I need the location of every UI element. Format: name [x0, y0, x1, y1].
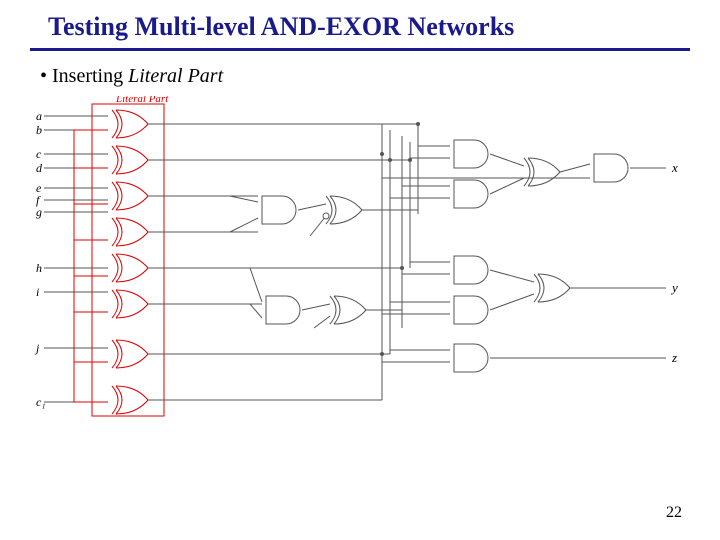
and-icon — [454, 344, 488, 372]
output-z: z — [671, 350, 677, 365]
xor-icon — [112, 146, 148, 174]
bullet-text: Inserting — [52, 65, 128, 87]
input-g: g — [36, 205, 42, 219]
xor-icon — [112, 218, 148, 246]
page-number: 22 — [666, 504, 682, 522]
literal-gates — [112, 110, 148, 414]
xor-icon — [112, 290, 148, 318]
xor-icon — [524, 158, 560, 186]
input-c: c — [36, 147, 42, 161]
bullet-line: • Inserting Literal Part — [40, 65, 690, 88]
title-underline — [30, 48, 690, 51]
right-gates — [382, 140, 666, 372]
and-icon — [454, 296, 488, 324]
literal-out-wires — [148, 124, 418, 400]
circuit-diagram: Literal Part a b c d e f g h i j c₁ — [30, 96, 690, 456]
input-wires — [44, 116, 108, 402]
xor-icon — [112, 110, 148, 138]
input-a: a — [36, 109, 42, 123]
mid-bus — [362, 124, 418, 400]
and-icon — [454, 180, 488, 208]
output-x: x — [671, 160, 678, 175]
xor-icon — [112, 386, 148, 414]
literal-part-box — [92, 104, 164, 416]
bus-dots — [380, 122, 420, 356]
input-d: d — [36, 161, 43, 175]
c1-bus — [74, 130, 108, 402]
output-labels: x y z — [670, 160, 678, 365]
literal-part-label: Literal Part — [115, 96, 169, 105]
input-i: i — [36, 285, 39, 299]
and-icon — [454, 256, 488, 284]
and-icon — [266, 296, 300, 324]
xor-icon — [326, 196, 362, 224]
input-b: b — [36, 123, 42, 137]
input-j: j — [34, 341, 40, 355]
xor-icon — [330, 296, 366, 324]
input-labels: a b c d e f g h i j c₁ — [34, 109, 46, 409]
and-icon — [454, 140, 488, 168]
output-y: y — [670, 280, 678, 295]
xor-icon — [534, 274, 570, 302]
and-icon — [594, 154, 628, 182]
xor-icon — [112, 254, 148, 282]
bullet-italic: Literal Part — [128, 65, 223, 87]
mid-gates — [230, 196, 366, 328]
and-icon — [262, 196, 296, 224]
xor-icon — [112, 340, 148, 368]
page-title: Testing Multi-level AND-EXOR Networks — [48, 12, 690, 42]
xor-icon — [112, 182, 148, 210]
input-h: h — [36, 261, 42, 275]
